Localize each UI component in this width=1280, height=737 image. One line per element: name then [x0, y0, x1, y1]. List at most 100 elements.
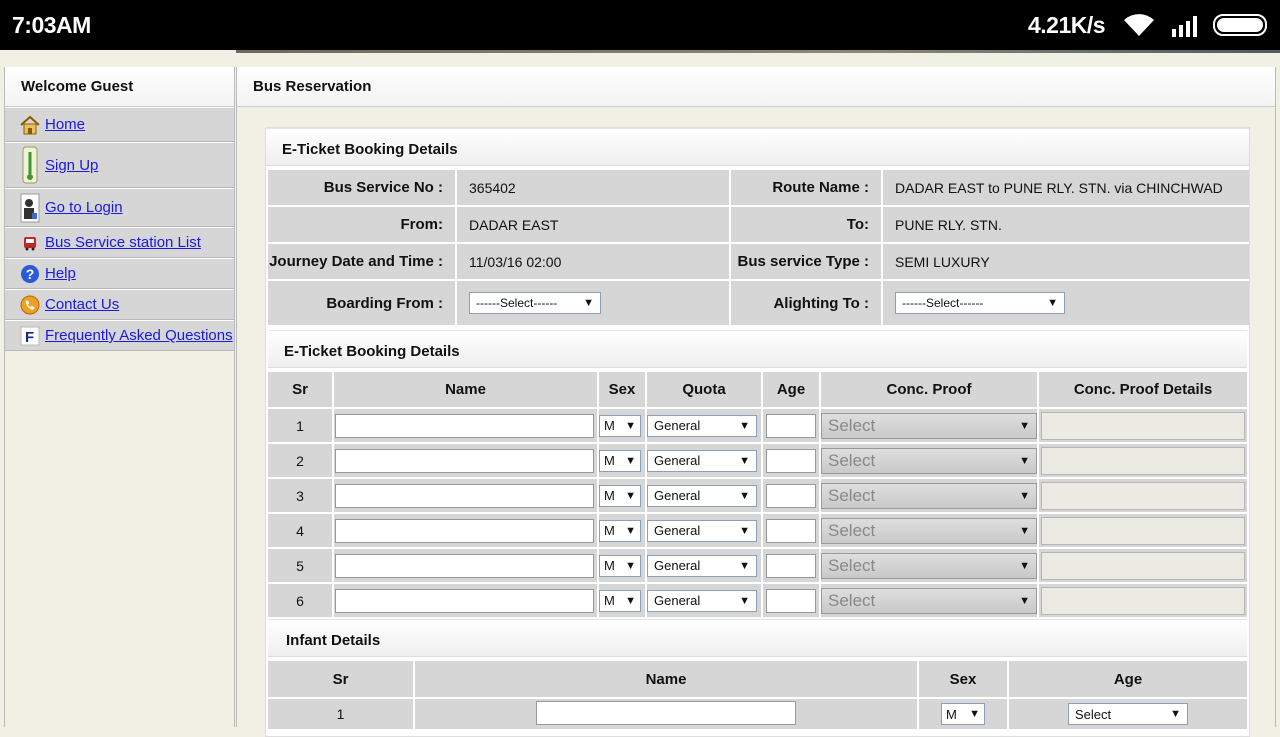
boarding-select[interactable]: ------Select------ ▼ [469, 292, 601, 314]
sidebar-link-home[interactable]: Home [45, 116, 85, 133]
chevron-down-icon: ▼ [739, 489, 750, 502]
infant-col-header-name: Name [415, 661, 917, 697]
page-title: Bus Reservation [237, 67, 1275, 107]
type-label: Bus service Type : [731, 244, 881, 279]
sidebar: Welcome Guest Home Sign Up Go to Login B… [4, 67, 235, 727]
sidebar-item-faq[interactable]: F Frequently Asked Questions [5, 320, 234, 351]
col-header-sr: Sr [268, 372, 332, 407]
sidebar-link-help[interactable]: Help [45, 265, 76, 282]
passenger-sex-value: M [604, 523, 615, 538]
passenger-age-input[interactable] [766, 588, 816, 613]
sidebar-link-faq[interactable]: Frequently Asked Questions [45, 327, 233, 344]
passenger-conc-proof-select[interactable]: Select ▼ [821, 447, 1037, 474]
passenger-sex-select[interactable]: M ▼ [599, 449, 641, 472]
passenger-name-input[interactable] [335, 588, 594, 613]
passenger-sex-value: M [604, 453, 615, 468]
signal-icon [1172, 16, 1197, 37]
passenger-age-input[interactable] [766, 553, 816, 578]
col-header-conc-proof-details: Conc. Proof Details [1039, 372, 1247, 407]
sidebar-item-bus-stations[interactable]: Bus Service station List [5, 227, 234, 258]
passenger-conc-proof-select[interactable]: Select ▼ [821, 482, 1037, 509]
passenger-age-input[interactable] [766, 483, 816, 508]
chevron-down-icon: ▼ [625, 594, 636, 607]
chevron-down-icon: ▼ [1019, 594, 1030, 607]
route-value: DADAR EAST to PUNE RLY. STN. via CHINCHW… [883, 170, 1249, 205]
infant-col-header-age: Age [1009, 661, 1247, 697]
passenger-conc-proof-select[interactable]: Select ▼ [821, 517, 1037, 544]
chevron-down-icon: ▼ [739, 524, 750, 537]
passenger-name-input[interactable] [335, 518, 594, 543]
passenger-quota-select[interactable]: General ▼ [647, 449, 757, 472]
passenger-conc-proof-select[interactable]: Select ▼ [821, 412, 1037, 439]
svg-text:F: F [25, 329, 34, 346]
chevron-down-icon: ▼ [1047, 297, 1058, 309]
alighting-select[interactable]: ------Select------ ▼ [895, 292, 1065, 314]
col-header-quota: Quota [647, 372, 761, 407]
main-content: Bus Reservation E-Ticket Booking Details… [236, 67, 1276, 737]
passenger-age-input[interactable] [766, 448, 816, 473]
sidebar-item-help[interactable]: ? Help [5, 258, 234, 289]
sidebar-item-login[interactable]: Go to Login [5, 188, 234, 227]
svg-text:?: ? [26, 266, 35, 282]
passenger-quota-select[interactable]: General ▼ [647, 589, 757, 612]
passenger-name-input[interactable] [335, 483, 594, 508]
passenger-conc-proof-value: Select [828, 450, 876, 470]
sidebar-item-home[interactable]: Home [5, 107, 234, 142]
passenger-sex-select[interactable]: M ▼ [599, 589, 641, 612]
passenger-quota-select[interactable]: General ▼ [647, 519, 757, 542]
infant-col-header-sex: Sex [919, 661, 1007, 697]
sidebar-link-contact[interactable]: Contact Us [45, 296, 119, 313]
chevron-down-icon: ▼ [1019, 419, 1030, 432]
chevron-down-icon: ▼ [969, 708, 980, 720]
boarding-select-value: ------Select------ [476, 296, 558, 310]
infant-age-select[interactable]: Select ▼ [1068, 703, 1188, 725]
sidebar-link-login[interactable]: Go to Login [45, 199, 123, 216]
passenger-details-heading: E-Ticket Booking Details [268, 330, 1247, 368]
bus-service-value: 365402 [457, 170, 729, 205]
infant-name-input[interactable] [536, 700, 796, 725]
from-label: From: [268, 207, 455, 242]
route-label: Route Name : [731, 170, 881, 205]
alighting-select-value: ------Select------ [902, 296, 984, 310]
passenger-conc-proof-details-input [1041, 481, 1245, 510]
passenger-conc-proof-details-input [1041, 411, 1245, 440]
passenger-conc-proof-select[interactable]: Select ▼ [821, 552, 1037, 579]
sidebar-item-signup[interactable]: Sign Up [5, 142, 234, 188]
home-icon [19, 114, 41, 136]
table-row: 1 M ▼ General ▼ Select ▼ [268, 409, 1247, 442]
passenger-name-input[interactable] [335, 448, 594, 473]
chevron-down-icon: ▼ [583, 297, 594, 309]
sidebar-link-signup[interactable]: Sign Up [45, 157, 98, 174]
passenger-name-input[interactable] [335, 413, 594, 438]
bus-service-label: Bus Service No : [268, 170, 455, 205]
faq-icon: F [19, 325, 41, 347]
sidebar-item-contact[interactable]: Contact Us [5, 289, 234, 320]
infant-sex-value: M [946, 706, 957, 722]
passenger-sex-select[interactable]: M ▼ [599, 554, 641, 577]
chevron-down-icon: ▼ [625, 454, 636, 467]
sidebar-link-bus-stations[interactable]: Bus Service station List [45, 234, 201, 251]
wifi-icon [1124, 14, 1154, 36]
network-rate: 4.21K/s [1028, 12, 1106, 38]
chevron-down-icon: ▼ [739, 419, 750, 432]
signup-icon [19, 145, 41, 185]
passenger-conc-proof-select[interactable]: Select ▼ [821, 587, 1037, 614]
passenger-quota-select[interactable]: General ▼ [647, 414, 757, 437]
passenger-sex-select[interactable]: M ▼ [599, 484, 641, 507]
passenger-age-input[interactable] [766, 413, 816, 438]
passenger-conc-proof-details-input [1041, 551, 1245, 580]
header-strip [0, 50, 1280, 67]
passenger-age-input[interactable] [766, 518, 816, 543]
passenger-name-input[interactable] [335, 553, 594, 578]
infant-details-heading: Infant Details [268, 619, 1247, 657]
passenger-quota-select[interactable]: General ▼ [647, 554, 757, 577]
passenger-sex-select[interactable]: M ▼ [599, 414, 641, 437]
passenger-sr: 1 [268, 409, 332, 442]
table-row: 4 M ▼ General ▼ Select ▼ [268, 514, 1247, 547]
passenger-quota-select[interactable]: General ▼ [647, 484, 757, 507]
passenger-quota-value: General [654, 418, 701, 433]
passenger-sex-select[interactable]: M ▼ [599, 519, 641, 542]
infant-sex-select[interactable]: M ▼ [941, 703, 985, 725]
passenger-sex-value: M [604, 593, 615, 608]
infant-sr: 1 [268, 699, 413, 729]
